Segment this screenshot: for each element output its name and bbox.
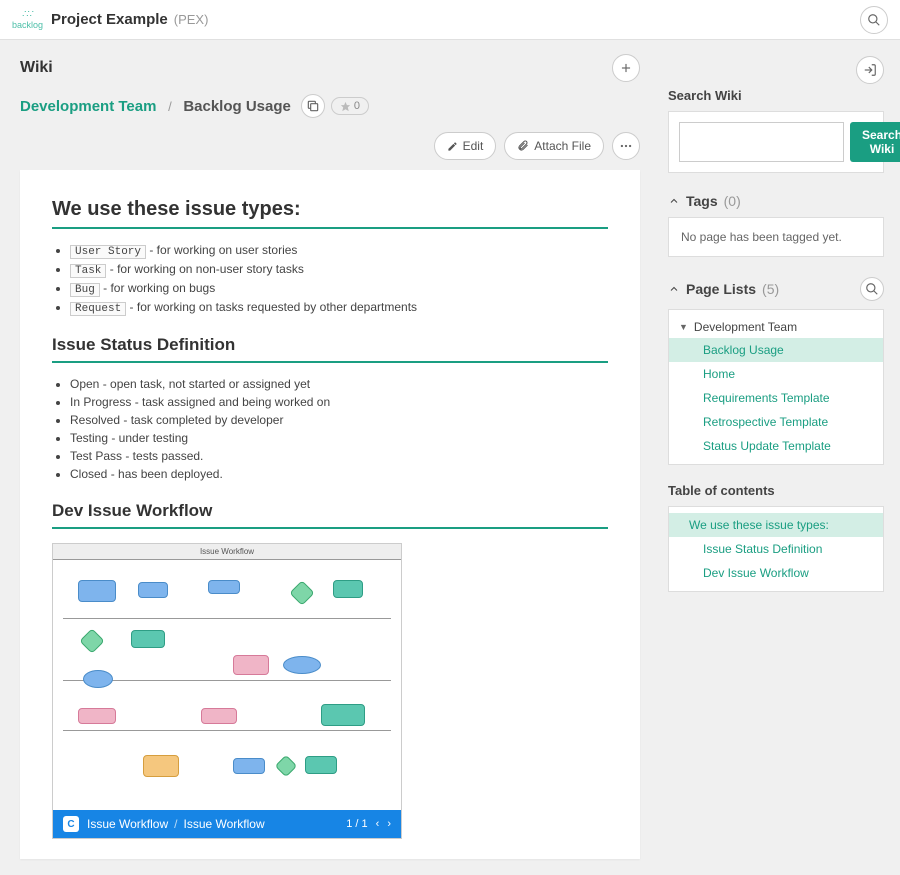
pagelist-root[interactable]: ▼ Development Team bbox=[669, 316, 883, 338]
heading-status-definition: Issue Status Definition bbox=[52, 335, 608, 355]
wiki-title: Wiki bbox=[20, 59, 53, 77]
workflow-prev-icon[interactable]: ‹ bbox=[376, 818, 380, 830]
add-page-button[interactable] bbox=[612, 54, 640, 82]
breadcrumb-row: Development Team / Backlog Usage 0 bbox=[0, 90, 660, 128]
wiki-header: Wiki bbox=[0, 40, 660, 90]
edit-button[interactable]: Edit bbox=[434, 132, 497, 160]
triangle-down-icon: ▼ bbox=[679, 322, 688, 332]
attach-file-button[interactable]: Attach File bbox=[504, 132, 604, 160]
search-wiki-title: Search Wiki bbox=[668, 88, 884, 103]
toc-item-dev-workflow[interactable]: Dev Issue Workflow bbox=[669, 561, 883, 585]
list-item: Open - open task, not started or assigne… bbox=[70, 377, 608, 391]
list-item: Task - for working on non-user story tas… bbox=[70, 262, 608, 277]
heading-workflow: Dev Issue Workflow bbox=[52, 501, 608, 521]
list-item: In Progress - task assigned and being wo… bbox=[70, 395, 608, 409]
top-bar: ∴∵ backlog Project Example (PEX) bbox=[0, 0, 900, 40]
toc-item-issue-types[interactable]: We use these issue types: bbox=[669, 513, 883, 537]
pagelist-item-requirements[interactable]: Requirements Template bbox=[669, 386, 883, 410]
chevron-up-icon bbox=[668, 283, 680, 295]
sidebar: Search Wiki Search Wiki Tags (0) No page… bbox=[660, 40, 900, 875]
pagelist-item-status-update[interactable]: Status Update Template bbox=[669, 434, 883, 458]
copy-button[interactable] bbox=[301, 94, 325, 118]
breadcrumb-separator: / bbox=[168, 99, 172, 114]
breadcrumb-parent[interactable]: Development Team bbox=[20, 98, 156, 115]
breadcrumb-current: Backlog Usage bbox=[183, 98, 291, 115]
collapse-sidebar-button[interactable] bbox=[856, 56, 884, 84]
cacoo-badge-icon: C bbox=[63, 816, 79, 832]
backlog-logo: ∴∵ backlog bbox=[12, 9, 43, 30]
list-item: User Story - for working on user stories bbox=[70, 243, 608, 258]
pagelist-item-retrospective[interactable]: Retrospective Template bbox=[669, 410, 883, 434]
page-list: ▼ Development Team Backlog Usage Home Re… bbox=[668, 309, 884, 465]
heading-issue-types: We use these issue types: bbox=[52, 198, 608, 221]
workflow-footer-title-a[interactable]: Issue Workflow bbox=[87, 817, 168, 831]
issue-types-list: User Story - for working on user stories… bbox=[52, 243, 608, 315]
breadcrumb: Development Team / Backlog Usage bbox=[20, 98, 291, 115]
toc-item-status-definition[interactable]: Issue Status Definition bbox=[669, 537, 883, 561]
list-item: Testing - under testing bbox=[70, 431, 608, 445]
workflow-footer-title-b[interactable]: Issue Workflow bbox=[183, 817, 264, 831]
list-item: Closed - has been deployed. bbox=[70, 467, 608, 481]
star-pill[interactable]: 0 bbox=[331, 97, 369, 115]
pagelist-item-backlog-usage[interactable]: Backlog Usage bbox=[669, 338, 883, 362]
list-item: Resolved - task completed by developer bbox=[70, 413, 608, 427]
workflow-page-indicator: 1 / 1 bbox=[346, 818, 367, 830]
project-code: (PEX) bbox=[174, 12, 209, 27]
page-actions: Edit Attach File bbox=[0, 128, 660, 170]
pagelists-header[interactable]: Page Lists (5) bbox=[668, 277, 884, 301]
list-item: Test Pass - tests passed. bbox=[70, 449, 608, 463]
wiki-content: We use these issue types: User Story - f… bbox=[20, 170, 640, 859]
chevron-up-icon bbox=[668, 195, 680, 207]
workflow-next-icon[interactable]: › bbox=[387, 818, 391, 830]
search-wiki-button[interactable]: Search Wiki bbox=[850, 122, 900, 162]
toc-title: Table of contents bbox=[668, 483, 884, 498]
table-of-contents: We use these issue types: Issue Status D… bbox=[668, 506, 884, 592]
list-item: Request - for working on tasks requested… bbox=[70, 300, 608, 315]
project-name: Project Example bbox=[51, 11, 168, 28]
global-search-button[interactable] bbox=[860, 6, 888, 34]
tags-panel: No page has been tagged yet. bbox=[668, 217, 884, 257]
workflow-canvas-title: Issue Workflow bbox=[53, 544, 401, 560]
workflow-diagram: Issue Workflow bbox=[52, 543, 402, 839]
pagelists-search-button[interactable] bbox=[860, 277, 884, 301]
pagelist-item-home[interactable]: Home bbox=[669, 362, 883, 386]
workflow-canvas bbox=[53, 560, 401, 810]
tags-header[interactable]: Tags (0) bbox=[668, 193, 884, 209]
star-count: 0 bbox=[354, 100, 360, 112]
workflow-footer-bar: C Issue Workflow / Issue Workflow 1 / 1 … bbox=[53, 810, 401, 838]
search-wiki-input[interactable] bbox=[679, 122, 844, 162]
list-item: Bug - for working on bugs bbox=[70, 281, 608, 296]
more-actions-button[interactable] bbox=[612, 132, 640, 160]
tags-empty-message: No page has been tagged yet. bbox=[681, 230, 842, 244]
status-list: Open - open task, not started or assigne… bbox=[52, 377, 608, 481]
search-wiki-box: Search Wiki bbox=[668, 111, 884, 173]
